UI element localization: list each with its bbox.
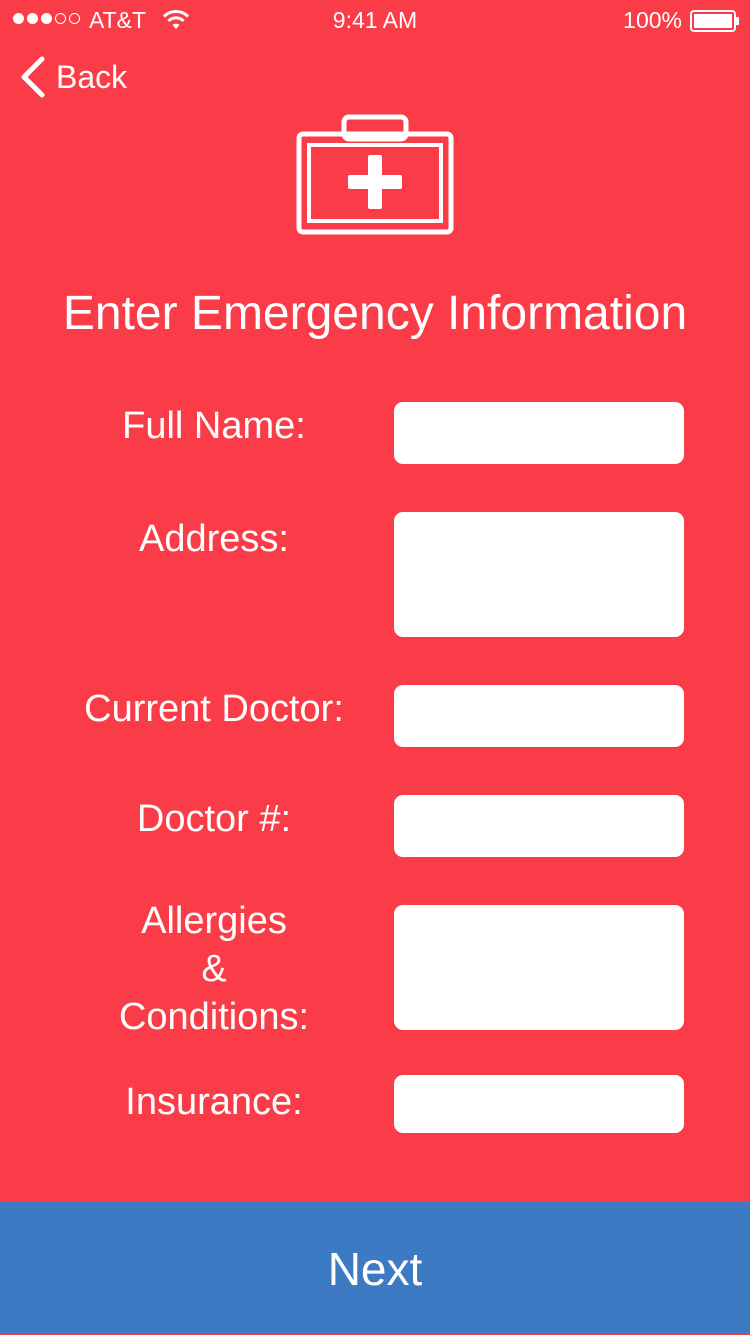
page-title: Enter Emergency Information <box>62 287 688 340</box>
first-aid-kit-icon <box>296 114 454 235</box>
insurance-label: Insurance: <box>125 1081 303 1123</box>
back-label: Back <box>56 58 128 95</box>
status-bar: AT&T 9:41 AM 100% <box>0 0 750 40</box>
address-input[interactable] <box>394 512 684 637</box>
back-button[interactable]: Back <box>20 56 127 98</box>
full-name-label: Full Name: <box>122 405 306 447</box>
allergies-conditions-label: Allergies & Conditions: <box>64 897 364 1041</box>
allergies-label-line2: & <box>201 948 227 990</box>
chevron-left-icon <box>21 56 45 98</box>
allergies-label-line1: Allergies <box>141 900 287 942</box>
battery-percentage: 100% <box>623 7 682 33</box>
current-doctor-label: Current Doctor: <box>84 688 344 730</box>
allergies-conditions-input[interactable] <box>394 905 684 1030</box>
doctor-number-label: Doctor #: <box>136 798 292 840</box>
allergies-label-line3: Conditions: <box>118 996 310 1038</box>
full-name-input[interactable] <box>394 402 684 464</box>
insurance-input[interactable] <box>394 1075 684 1133</box>
next-button[interactable]: Next <box>0 1202 750 1334</box>
address-label: Address: <box>139 518 289 560</box>
doctor-number-input[interactable] <box>394 795 684 857</box>
current-doctor-input[interactable] <box>394 685 684 747</box>
battery-icon <box>690 10 739 32</box>
